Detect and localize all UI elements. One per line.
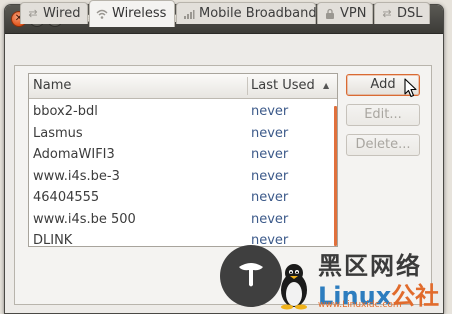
watermark-site: www.Linuxidc.com [318,300,402,310]
connection-name: bbox2-bdl [33,104,98,119]
dsl-icon: ⇄ [382,7,392,20]
wired-icon: ⇄ [28,7,38,20]
connection-last-used: never [251,233,289,247]
tab-dsl[interactable]: ⇄ DSL [374,2,430,24]
delete-button[interactable]: Delete... [346,134,420,156]
connection-name: www.i4s.be-3 [33,168,120,184]
connection-last-used: never [251,190,289,205]
list-header: Name Last Used ▲ [29,74,337,99]
list-item[interactable]: www.i4s.be-3 never [29,166,337,188]
list-item[interactable]: bbox2-bdl never [29,101,337,123]
connection-last-used: never [251,104,289,119]
scrollbar-indicator[interactable] [334,106,337,246]
mobile-broadband-icon [183,8,195,20]
sort-ascending-icon: ▲ [323,81,330,90]
connection-name: www.i4s.be 500 [33,211,136,227]
tab-wireless[interactable]: Wireless [89,0,175,27]
list-item[interactable]: 46404555 never [29,187,337,209]
tab-vpn[interactable]: VPN [317,2,373,24]
list-item[interactable]: DLINK never [29,230,337,247]
edit-button[interactable]: Edit... [346,104,420,126]
tab-label: VPN [340,6,367,21]
watermark-logo [220,245,282,307]
tab-label: Wired [43,6,81,21]
tab-wired[interactable]: ⇄ Wired [20,2,88,24]
connection-last-used: never [251,147,289,162]
column-header-name[interactable]: Name [33,74,71,98]
connection-name: AdomaWIFI3 [33,147,115,162]
wireless-icon [96,8,108,20]
connections-list[interactable]: Name Last Used ▲ bbox2-bdl never Lasmus … [28,73,338,247]
tab-label: Wireless [112,6,167,21]
connection-name: DLINK [33,233,73,247]
list-item[interactable]: AdomaWIFI3 never [29,144,337,166]
column-header-last-used[interactable]: Last Used [251,74,315,98]
connection-last-used: never [251,125,289,141]
penguin-icon [281,264,307,310]
column-separator [247,77,248,95]
tab-label: Mobile Broadband [199,6,317,21]
list-item[interactable]: www.i4s.be 500 never [29,209,337,231]
connection-last-used: never [251,211,289,227]
list-rows: bbox2-bdl never Lasmus never AdomaWIFI3 … [29,101,337,247]
connection-name: Lasmus [33,125,83,141]
tab-label: DSL [397,6,423,21]
connection-last-used: never [251,168,289,184]
tab-mobile-broadband[interactable]: Mobile Broadband [176,2,317,24]
list-item[interactable]: Lasmus never [29,123,337,145]
mouse-pointer-icon [404,78,417,98]
vpn-icon [324,8,336,20]
connection-name: 46404555 [33,190,100,205]
watermark-emblem-icon [239,263,263,287]
